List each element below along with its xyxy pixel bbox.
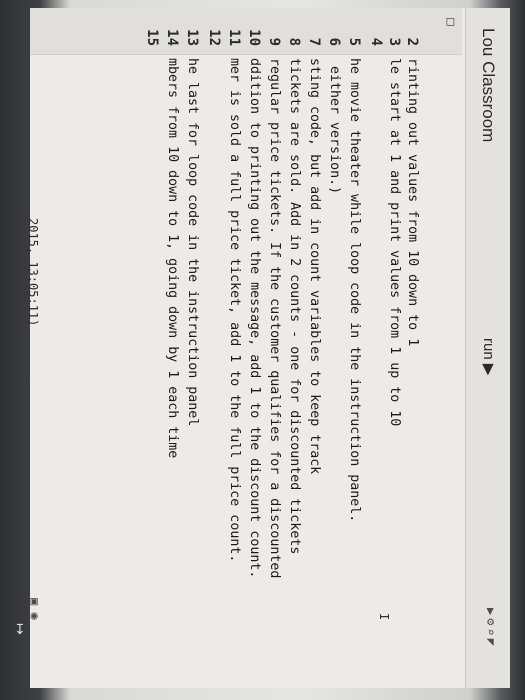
- code-line[interactable]: mbers from 10 down to 1, going down by 1…: [165, 58, 180, 458]
- text-cursor: I: [377, 613, 391, 621]
- editor-window: Lou Classroom run ▶ ▶⚙⌕◤ □ 2 3 4 5 6 7 8…: [26, 8, 510, 688]
- code-line[interactable]: rinting out values from 10 down to 1: [405, 58, 420, 346]
- status-timestamp: 2015, 13:05:11): [26, 218, 40, 327]
- network-icon[interactable]: ◤: [484, 639, 498, 649]
- window-icon[interactable]: ▣: [28, 598, 42, 605]
- settings-icon[interactable]: ⚙: [484, 618, 498, 628]
- photo-frame: Lou Classroom run ▶ ▶⚙⌕◤ □ 2 3 4 5 6 7 8…: [0, 0, 525, 700]
- run-button[interactable]: run ▶: [480, 338, 498, 375]
- line-number: 12: [206, 29, 222, 46]
- toolbar-icon-group[interactable]: ▶⚙⌕◤: [484, 608, 498, 649]
- line-number-gutter: □ 2 3 4 5 6 7 8 9 10 11 12 13 14 15: [30, 8, 462, 55]
- download-arrow-icon: ↧: [14, 622, 26, 638]
- code-line[interactable]: ddition to printing out the message, add…: [247, 58, 262, 578]
- line-number: 9: [266, 37, 282, 46]
- play-icon[interactable]: ▶: [484, 608, 498, 618]
- line-number: 14: [164, 29, 180, 46]
- line-number: 5: [346, 37, 362, 46]
- code-line[interactable]: mer is sold a full price ticket, add 1 t…: [227, 58, 242, 562]
- line-number: 8: [286, 37, 302, 46]
- line-number: 2: [404, 37, 420, 46]
- app-icon: □: [443, 18, 458, 26]
- line-number: 10: [246, 29, 262, 46]
- code-line[interactable]: sting code, but add in count variables t…: [307, 58, 322, 474]
- code-line[interactable]: he movie theater while loop code in the …: [347, 58, 362, 522]
- top-toolbar: Lou Classroom run ▶ ▶⚙⌕◤: [465, 8, 510, 688]
- code-line[interactable]: regular price tickets. If the customer q…: [267, 58, 282, 578]
- code-line[interactable]: he last for loop code in the instruction…: [185, 58, 200, 426]
- line-number: 3: [386, 37, 402, 46]
- code-line[interactable]: either version.): [327, 58, 342, 194]
- code-line[interactable]: le start at 1 and print values from 1 up…: [387, 58, 402, 426]
- line-number: 13: [184, 29, 200, 46]
- record-icon[interactable]: ◉: [28, 612, 42, 619]
- code-line[interactable]: tickets are sold. Add in 2 counts - one …: [287, 58, 302, 554]
- app-title: Lou Classroom: [479, 28, 498, 143]
- line-number: 4: [368, 37, 384, 46]
- line-number: 6: [326, 37, 342, 46]
- search-icon[interactable]: ⌕: [484, 628, 498, 638]
- line-number: 7: [306, 37, 322, 46]
- line-number: 11: [226, 29, 242, 46]
- bottom-icon-group[interactable]: ▣ ◉: [28, 598, 42, 620]
- line-number: 15: [144, 29, 160, 46]
